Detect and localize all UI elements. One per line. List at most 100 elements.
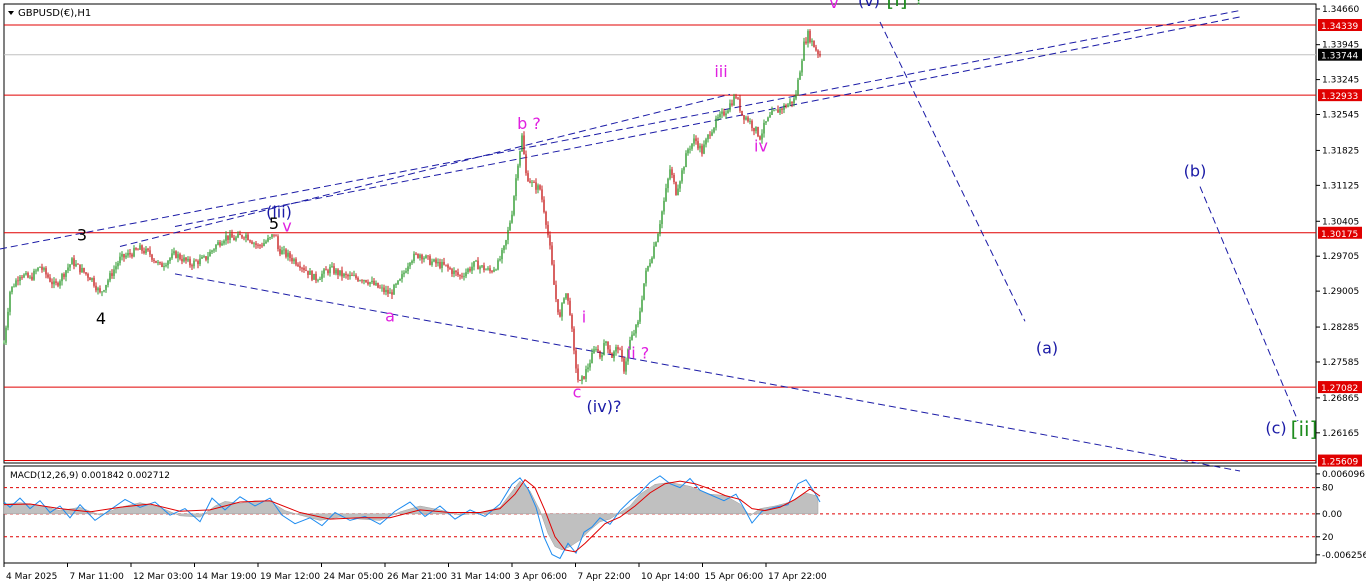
candle-body	[579, 379, 581, 381]
candle-body	[13, 286, 15, 288]
candle-body	[249, 240, 251, 242]
candle-body	[677, 188, 679, 195]
candle-body	[699, 145, 701, 149]
candle-body	[123, 254, 125, 258]
candle-body	[441, 261, 443, 268]
candle-body	[581, 376, 583, 381]
macd-axis-label: 0.00	[1322, 510, 1342, 520]
wave-label: iv	[754, 137, 768, 156]
candle-body	[393, 285, 395, 295]
candle-body	[211, 250, 213, 252]
candle-body	[725, 113, 727, 116]
candle-body	[753, 128, 755, 132]
candle-body	[383, 287, 385, 293]
level-price-tag: 1.32933	[1321, 92, 1358, 102]
candle-body	[563, 298, 565, 304]
candle-body	[245, 234, 247, 239]
candle-body	[265, 241, 267, 244]
candle-body	[231, 233, 233, 238]
candle-body	[169, 258, 171, 262]
candle-body	[439, 261, 441, 268]
candle-body	[11, 286, 13, 293]
candle-body	[79, 264, 81, 273]
candle-body	[665, 188, 667, 201]
candle-body	[749, 120, 751, 122]
candle-body	[355, 275, 357, 279]
candle-body	[801, 60, 803, 73]
candle-body	[83, 267, 85, 273]
candle-body	[531, 182, 533, 184]
candle-body	[781, 108, 783, 110]
candle-body	[61, 274, 63, 282]
candle-body	[483, 265, 485, 271]
time-axis-label: 14 Mar 19:00	[197, 572, 257, 582]
candle-body	[479, 266, 481, 270]
candle-body	[807, 31, 809, 44]
candle-body	[287, 252, 289, 257]
candle-body	[301, 267, 303, 269]
candle-body	[649, 262, 651, 267]
candle-body	[51, 281, 53, 285]
candle-body	[587, 367, 589, 370]
candle-body	[491, 271, 493, 272]
candle-body	[663, 200, 665, 212]
candle-body	[191, 265, 193, 267]
candle-body	[29, 276, 31, 278]
candle-body	[373, 280, 375, 285]
candle-body	[129, 252, 131, 255]
candle-body	[643, 283, 645, 300]
candle-body	[611, 353, 613, 358]
candle-body	[341, 270, 343, 277]
wave-label: (iv)?	[587, 397, 622, 416]
candle-body	[375, 282, 377, 285]
candle-body	[553, 264, 555, 285]
symbol-menu[interactable]: GBPUSD(€),H1	[8, 8, 91, 19]
candle-body	[395, 284, 397, 286]
wave-label: 5	[269, 214, 279, 233]
candle-body	[303, 267, 305, 271]
candle-body	[125, 255, 127, 258]
candle-body	[675, 181, 677, 195]
candle-body	[261, 245, 263, 247]
price-axis-label: 1.31825	[1322, 146, 1359, 156]
candle-body	[571, 314, 573, 329]
candle-body	[625, 361, 627, 372]
candle-body	[267, 237, 269, 242]
candle-body	[253, 243, 255, 245]
candle-body	[557, 299, 559, 313]
level-price-tag: 1.34339	[1321, 22, 1358, 32]
price-axis-label: 1.33245	[1322, 76, 1359, 86]
wave-label: 4	[96, 309, 106, 328]
candle-body	[63, 274, 65, 277]
candle-body	[171, 253, 173, 259]
candle-body	[41, 266, 43, 270]
candle-body	[691, 143, 693, 149]
candle-body	[661, 211, 663, 225]
price-axis-label: 1.34660	[1322, 5, 1359, 15]
candle-body	[633, 333, 635, 335]
candle-body	[387, 289, 389, 294]
candle-body	[269, 237, 271, 238]
candle-body	[613, 351, 615, 358]
candle-body	[501, 250, 503, 260]
candle-body	[255, 243, 257, 245]
candle-body	[555, 284, 557, 300]
candle-body	[53, 281, 55, 285]
candle-body	[45, 268, 47, 275]
time-axis-label: 17 Apr 22:00	[768, 572, 827, 582]
candle-body	[601, 355, 603, 358]
candle-body	[133, 248, 135, 257]
candle-body	[93, 277, 95, 286]
candle-body	[755, 126, 757, 132]
candle-body	[687, 149, 689, 154]
candle-body	[407, 266, 409, 272]
candle-body	[413, 253, 415, 261]
candle-body	[681, 170, 683, 182]
candle-body	[539, 185, 541, 190]
candle-body	[311, 270, 313, 280]
candle-body	[157, 262, 159, 263]
candle-body	[403, 272, 405, 275]
candle-body	[365, 280, 367, 283]
candle-body	[359, 280, 361, 282]
candle-body	[459, 275, 461, 276]
